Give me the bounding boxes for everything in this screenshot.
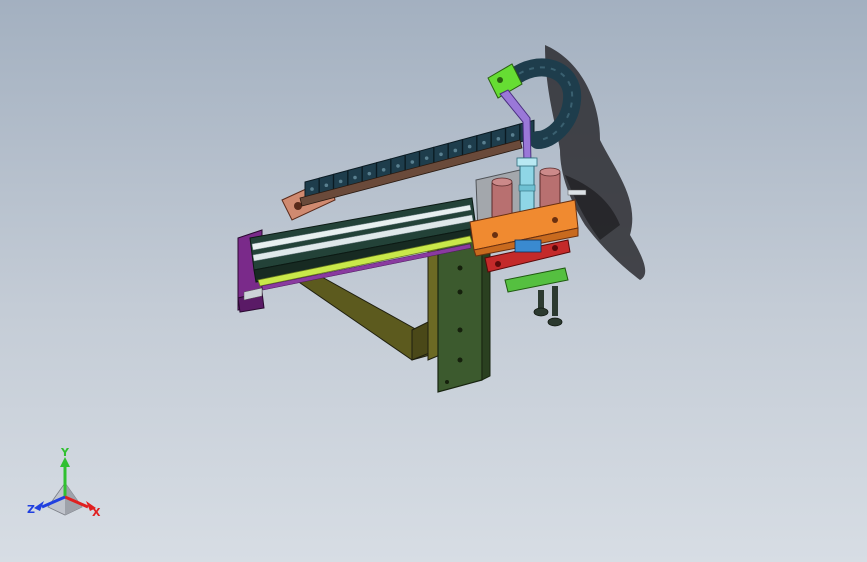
chain-pin: [310, 187, 314, 191]
suction-cup-right[interactable]: [547, 286, 563, 327]
suction-cup-left[interactable]: [533, 290, 549, 317]
chain-pin: [439, 152, 443, 157]
chain-pin: [510, 133, 515, 137]
graphics-viewport[interactable]: Y X Z: [0, 0, 867, 562]
bolt-hole: [457, 289, 463, 295]
chain-pin: [410, 160, 415, 164]
chain-pin: [396, 164, 400, 168]
suction-plate[interactable]: [504, 267, 569, 293]
chain-pin: [353, 175, 357, 180]
chain-pin: [367, 171, 372, 176]
chain-pin: [381, 167, 386, 172]
chain-pin: [453, 148, 458, 153]
bolt-hole: [445, 380, 449, 384]
mounting-column[interactable]: [437, 231, 491, 393]
chain-pin: [424, 156, 429, 160]
chain-pin: [496, 137, 501, 141]
coordinate-triad: Y X Z: [27, 446, 101, 519]
chain-pin: [467, 144, 472, 149]
chain-pin: [338, 179, 343, 184]
chain-pin: [324, 183, 329, 188]
bolt-hole: [457, 327, 463, 333]
chain-pin: [482, 140, 486, 145]
z-axis-label: Z: [27, 503, 35, 516]
cad-model-view[interactable]: [0, 0, 867, 562]
bolt-hole: [457, 357, 463, 363]
bolt-hole: [457, 265, 463, 271]
y-axis-label: Y: [60, 446, 70, 459]
x-axis-label: X: [92, 506, 101, 519]
